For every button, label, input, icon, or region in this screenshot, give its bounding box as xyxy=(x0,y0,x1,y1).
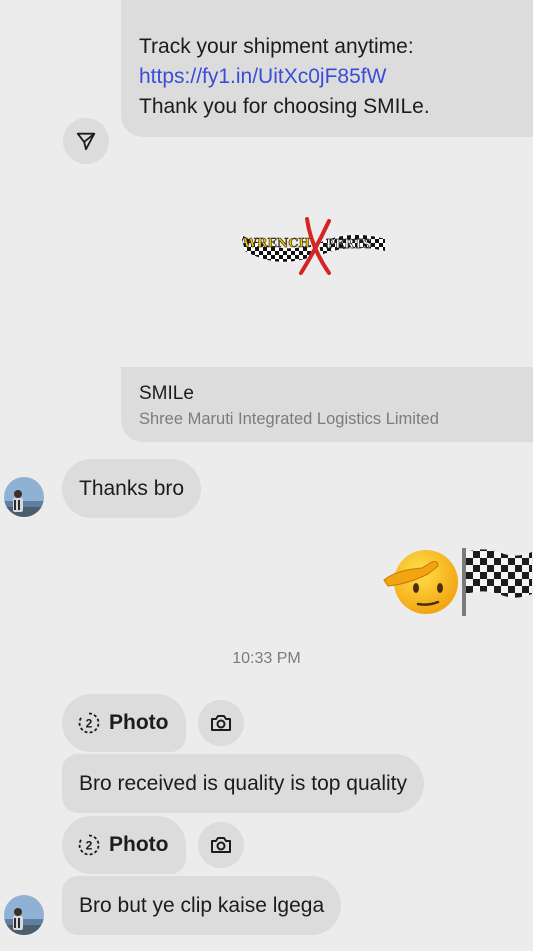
tracking-link[interactable]: https://fy1.in/UitXc0jF85fW xyxy=(139,62,533,92)
view-once-photo-1[interactable]: 2 Photo xyxy=(62,694,186,752)
share-button[interactable] xyxy=(63,118,109,164)
shipment-message-bubble: Track your shipment anytime: https://fy1… xyxy=(121,0,533,137)
camera-icon xyxy=(211,837,231,853)
timestamp: 10:33 PM xyxy=(232,650,301,667)
photo-label: Photo xyxy=(109,711,169,734)
shipment-text-line1: Track your shipment anytime: xyxy=(139,35,414,58)
view-once-icon: 2 xyxy=(78,834,100,856)
shipment-text-line2: Thank you for choosing SMILe. xyxy=(139,95,430,118)
camera-button[interactable] xyxy=(198,700,244,746)
avatar[interactable] xyxy=(4,895,44,935)
svg-text:2: 2 xyxy=(86,839,93,853)
wrenchxperts-logo: WRENCH PERTS xyxy=(239,207,389,287)
svg-text:PERTS: PERTS xyxy=(326,237,372,251)
emoji-message[interactable] xyxy=(382,544,533,616)
view-once-photo-2[interactable]: 2 Photo xyxy=(62,816,186,874)
avatar[interactable] xyxy=(4,477,44,517)
business-subtitle: Shree Maruti Integrated Logistics Limite… xyxy=(139,410,439,428)
message-text: Bro received is quality is top quality xyxy=(79,771,407,795)
salute-emoji xyxy=(383,548,532,616)
photo-label: Photo xyxy=(109,833,169,856)
message-bubble-thanks[interactable]: Thanks bro xyxy=(62,459,202,518)
message-bubble-clip[interactable]: Bro but ye clip kaise lgega xyxy=(62,876,342,935)
business-info-bubble[interactable]: SMILe Shree Maruti Integrated Logistics … xyxy=(121,367,533,442)
svg-text:WRENCH: WRENCH xyxy=(242,235,310,250)
message-bubble-received[interactable]: Bro received is quality is top quality xyxy=(62,754,424,813)
send-icon xyxy=(76,132,96,151)
svg-text:2: 2 xyxy=(86,717,93,731)
camera-button[interactable] xyxy=(198,822,244,868)
view-once-icon: 2 xyxy=(78,712,100,734)
chat-screen: Track your shipment anytime: https://fy1… xyxy=(0,0,533,951)
message-text: Bro but ye clip kaise lgega xyxy=(79,893,325,917)
business-logo-card[interactable]: WRENCH PERTS xyxy=(121,137,533,367)
camera-icon xyxy=(211,715,231,731)
business-name: SMILe xyxy=(139,383,194,404)
message-text: Thanks bro xyxy=(79,476,185,500)
